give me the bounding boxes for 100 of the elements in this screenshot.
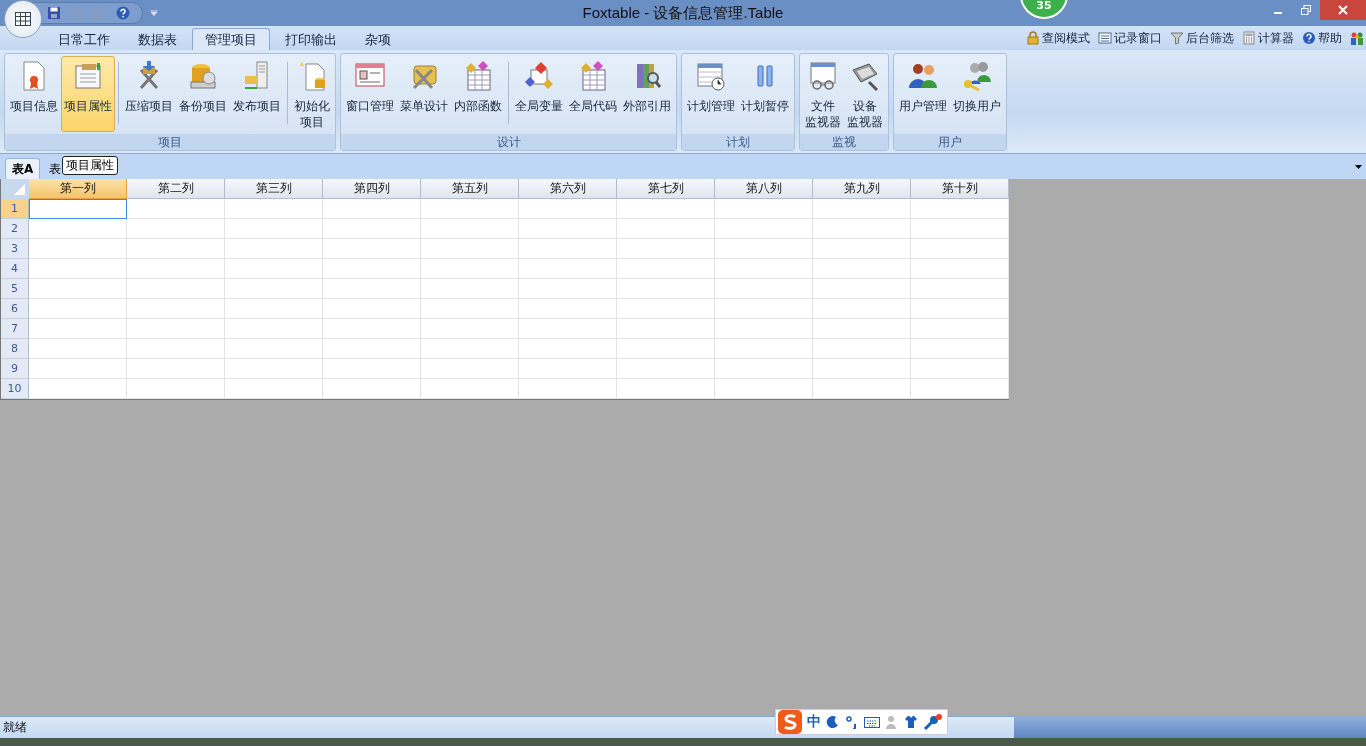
- toolbar-button[interactable]: 查阅模式: [1026, 29, 1090, 47]
- table-cell[interactable]: [617, 259, 715, 279]
- table-cell[interactable]: [323, 319, 421, 339]
- row-header[interactable]: 9: [1, 359, 29, 379]
- row-header[interactable]: 3: [1, 239, 29, 259]
- ribbon-button[interactable]: 窗口管理: [343, 56, 397, 132]
- table-cell[interactable]: [911, 359, 1009, 379]
- ribbon-button[interactable]: 菜单设计: [397, 56, 451, 132]
- s-logo-icon[interactable]: [778, 710, 802, 734]
- table-cell[interactable]: [519, 219, 617, 239]
- ribbon-button[interactable]: 发布项目: [230, 56, 284, 132]
- table-cell[interactable]: [421, 359, 519, 379]
- users-icon[interactable]: [1350, 31, 1364, 45]
- table-cell[interactable]: [813, 379, 911, 399]
- table-cell[interactable]: [519, 359, 617, 379]
- table-cell[interactable]: [127, 259, 225, 279]
- row-header[interactable]: 2: [1, 219, 29, 239]
- table-cell[interactable]: [813, 339, 911, 359]
- table-cell[interactable]: [715, 279, 813, 299]
- table-cell[interactable]: [29, 339, 127, 359]
- table-cell[interactable]: [715, 219, 813, 239]
- table-cell[interactable]: [127, 339, 225, 359]
- table-cell[interactable]: [127, 299, 225, 319]
- table-cell[interactable]: [519, 239, 617, 259]
- table-cell[interactable]: [29, 359, 127, 379]
- table-cell[interactable]: [911, 219, 1009, 239]
- table-cell[interactable]: [911, 299, 1009, 319]
- column-header[interactable]: 第三列: [225, 179, 323, 199]
- ribbon-button[interactable]: 计划管理: [684, 56, 738, 132]
- table-cell[interactable]: [911, 379, 1009, 399]
- table-cell[interactable]: [911, 339, 1009, 359]
- row-header[interactable]: 10: [1, 379, 29, 399]
- table-cell[interactable]: [421, 299, 519, 319]
- sheet-tab[interactable]: 表A: [5, 158, 41, 179]
- column-header[interactable]: 第十列: [911, 179, 1009, 199]
- table-cell[interactable]: [127, 279, 225, 299]
- column-header[interactable]: 第五列: [421, 179, 519, 199]
- table-cell[interactable]: [911, 239, 1009, 259]
- table-cell[interactable]: [127, 319, 225, 339]
- table-cell[interactable]: [29, 279, 127, 299]
- table-cell[interactable]: [421, 259, 519, 279]
- table-cell[interactable]: [29, 299, 127, 319]
- table-cell[interactable]: [617, 379, 715, 399]
- column-header[interactable]: 第二列: [127, 179, 225, 199]
- table-cell[interactable]: [323, 339, 421, 359]
- table-cell[interactable]: [519, 339, 617, 359]
- column-header[interactable]: 第六列: [519, 179, 617, 199]
- user-icon[interactable]: [885, 715, 899, 729]
- table-cell[interactable]: [813, 219, 911, 239]
- table-cell[interactable]: [813, 359, 911, 379]
- table-cell[interactable]: [225, 359, 323, 379]
- ribbon-button[interactable]: 计划暂停: [738, 56, 792, 132]
- table-cell[interactable]: [323, 379, 421, 399]
- table-cell[interactable]: [813, 319, 911, 339]
- column-header[interactable]: 第一列: [29, 179, 127, 199]
- table-cell[interactable]: [421, 219, 519, 239]
- table-cell[interactable]: [813, 239, 911, 259]
- row-header[interactable]: 4: [1, 259, 29, 279]
- table-cell[interactable]: [323, 299, 421, 319]
- input-mode-toggle[interactable]: 中: [807, 713, 821, 731]
- table-cell[interactable]: [421, 339, 519, 359]
- table-cell[interactable]: [421, 239, 519, 259]
- table-cell[interactable]: [421, 279, 519, 299]
- help-icon[interactable]: [116, 6, 130, 20]
- ribbon-button[interactable]: 设备 监视器: [844, 56, 886, 132]
- table-cell[interactable]: [715, 299, 813, 319]
- table-cell[interactable]: [519, 379, 617, 399]
- ribbon-button[interactable]: 内部函数: [451, 56, 505, 132]
- table-cell[interactable]: [421, 319, 519, 339]
- table-cell[interactable]: [813, 199, 911, 219]
- table-cell[interactable]: [715, 319, 813, 339]
- ribbon-button[interactable]: 文件 监视器: [802, 56, 844, 132]
- row-header[interactable]: 6: [1, 299, 29, 319]
- ribbon-button[interactable]: 用户管理: [896, 56, 950, 132]
- table-cell[interactable]: [421, 379, 519, 399]
- table-cell[interactable]: [617, 339, 715, 359]
- table-cell[interactable]: [519, 279, 617, 299]
- ribbon-button[interactable]: 全局变量: [512, 56, 566, 132]
- toolbar-button[interactable]: 帮助: [1302, 29, 1342, 47]
- table-cell[interactable]: [617, 219, 715, 239]
- column-header[interactable]: 第四列: [323, 179, 421, 199]
- table-cell[interactable]: [813, 299, 911, 319]
- table-cell[interactable]: [323, 259, 421, 279]
- table-cell[interactable]: [323, 219, 421, 239]
- table-cell[interactable]: [225, 319, 323, 339]
- ribbon-button[interactable]: 初始化 项目: [291, 56, 333, 132]
- table-cell[interactable]: [127, 239, 225, 259]
- ribbon-button[interactable]: 备份项目: [176, 56, 230, 132]
- table-cell[interactable]: [29, 239, 127, 259]
- table-cell[interactable]: [519, 259, 617, 279]
- shirt-icon[interactable]: [904, 715, 918, 729]
- table-cell[interactable]: [911, 259, 1009, 279]
- table-cell[interactable]: [225, 259, 323, 279]
- table-cell[interactable]: [715, 259, 813, 279]
- dropdown-icon[interactable]: [1355, 164, 1362, 169]
- ribbon-button[interactable]: 项目属性: [61, 56, 115, 132]
- table-cell[interactable]: [225, 339, 323, 359]
- ribbon-button[interactable]: 项目信息: [7, 56, 61, 132]
- selected-cell[interactable]: [29, 199, 127, 219]
- table-cell[interactable]: [715, 359, 813, 379]
